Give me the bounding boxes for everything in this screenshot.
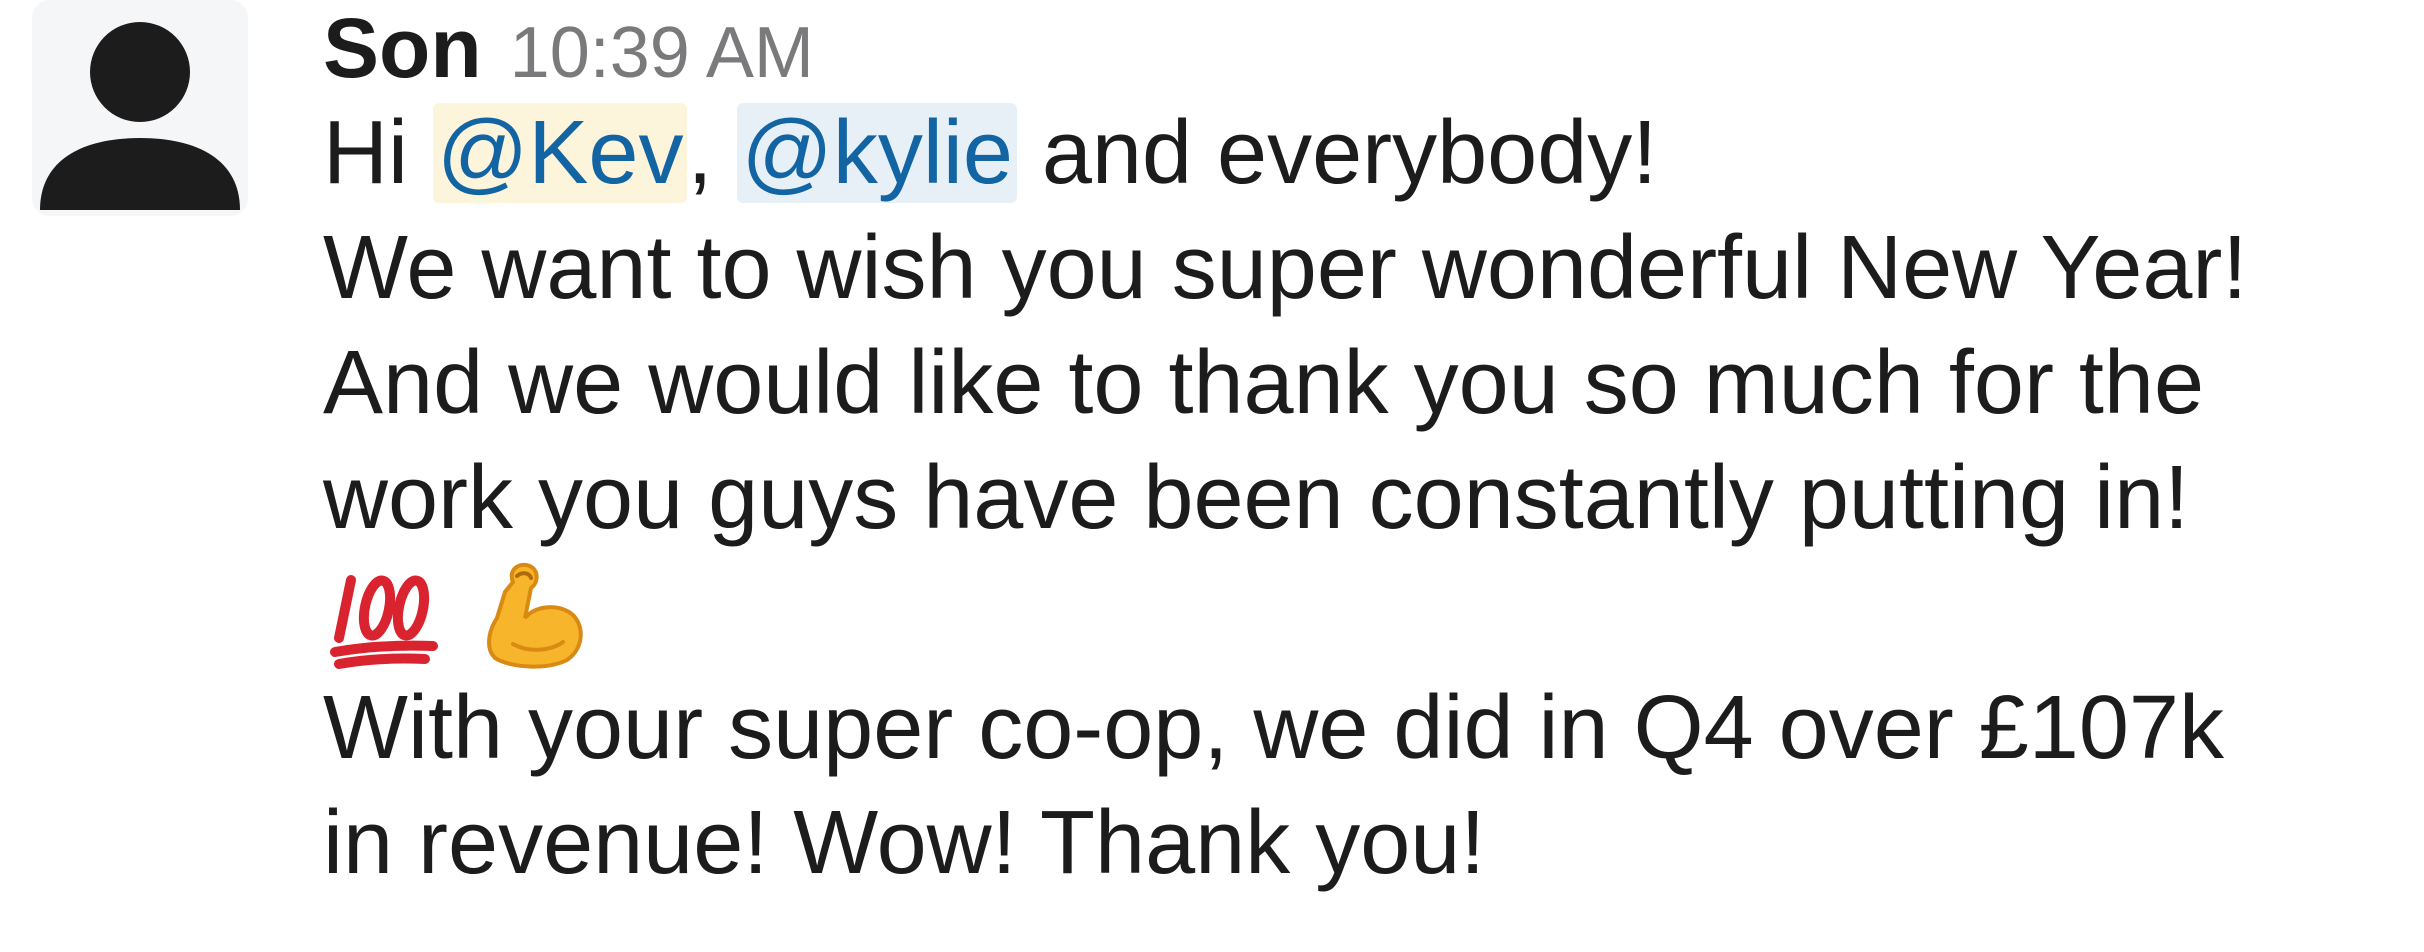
message-line-4: work you guys have been constantly putti…: [323, 448, 2190, 548]
chat-message: Son 10:39 AM Hi @Kev, @kylie and everybo…: [0, 0, 2424, 952]
mention-separator: ,: [687, 103, 738, 203]
hundred-points-emoji: [330, 574, 438, 669]
mention-kylie[interactable]: @kylie: [737, 103, 1017, 203]
message-header: Son 10:39 AM: [323, 0, 2403, 96]
message-timestamp[interactable]: 10:39 AM: [510, 5, 814, 101]
emoji-row: [323, 556, 2403, 671]
flexed-biceps-emoji: [487, 562, 583, 669]
user-placeholder-icon: [40, 22, 240, 210]
message-line-6: in revenue! Wow! Thank you!: [323, 793, 1486, 893]
message-line-5: With your super co-op, we did in Q4 over…: [323, 678, 2224, 778]
message-line-1: Hi @Kev, @kylie and everybody!: [323, 96, 2403, 211]
greeting-text: Hi: [323, 103, 433, 203]
message-line-3: And we would like to thank you so much f…: [323, 333, 2205, 433]
mention-kev[interactable]: @Kev: [433, 103, 688, 203]
sender-name[interactable]: Son: [323, 0, 482, 96]
message-line-2: We want to wish you super wonderful New …: [323, 218, 2248, 318]
greeting-suffix: and everybody!: [1016, 103, 1658, 203]
message-content: Son 10:39 AM Hi @Kev, @kylie and everybo…: [323, 0, 2403, 901]
avatar[interactable]: [32, 0, 248, 216]
